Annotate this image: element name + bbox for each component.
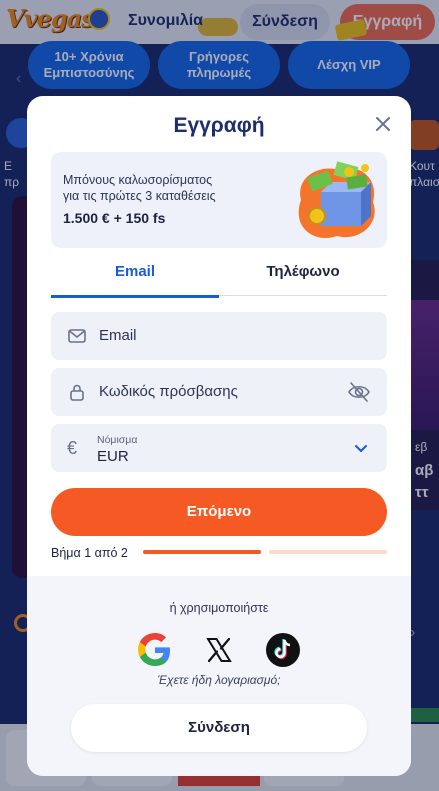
alternative-login-section: ή χρησιμοποιήστε Έχετε ήδη λογαριασμό; Σ… bbox=[27, 576, 411, 776]
step-indicator: Βήμα 1 από 2 bbox=[51, 546, 128, 560]
tiktok-icon[interactable] bbox=[265, 632, 301, 668]
currency-value: EUR bbox=[97, 448, 129, 465]
eye-off-icon[interactable] bbox=[347, 381, 371, 403]
tab-email[interactable]: Email bbox=[51, 262, 219, 298]
google-icon[interactable] bbox=[137, 632, 173, 668]
bonus-title: Μπόνους καλωσορίσματος bbox=[63, 173, 213, 187]
or-use-label: ή χρησιμοποιήστε bbox=[169, 601, 269, 615]
next-button[interactable]: Επόμενο bbox=[51, 488, 387, 536]
euro-icon: € bbox=[67, 438, 78, 458]
bonus-amount: 1.500 € + 150 fs bbox=[63, 210, 166, 226]
lock-icon bbox=[70, 384, 84, 401]
gift-box-icon bbox=[298, 161, 375, 239]
progress-step-2 bbox=[269, 550, 387, 554]
register-modal: Εγγραφή Μπόνους καλωσορίσματος για τις π… bbox=[27, 96, 411, 776]
currency-select[interactable]: € Νόμισμα EUR bbox=[51, 424, 387, 472]
register-method-tabs: Email Τηλέφωνο bbox=[51, 262, 387, 298]
close-icon[interactable] bbox=[373, 114, 393, 134]
mail-icon bbox=[68, 329, 86, 343]
email-placeholder: Email bbox=[99, 327, 137, 344]
tab-phone[interactable]: Τηλέφωνο bbox=[219, 262, 387, 296]
bonus-subtitle: για τις πρώτες 3 καταθέσεις bbox=[63, 189, 216, 203]
x-icon[interactable] bbox=[201, 632, 237, 668]
password-placeholder: Κωδικός πρόσβασης bbox=[99, 383, 238, 400]
modal-title: Εγγραφή bbox=[173, 114, 265, 137]
login-button[interactable]: Σύνδεση bbox=[71, 704, 367, 752]
currency-label: Νόμισμα bbox=[97, 434, 138, 446]
progress-step-1 bbox=[143, 550, 261, 554]
have-account-text: Έχετε ήδη λογαριασμό; bbox=[157, 673, 281, 687]
password-field[interactable]: Κωδικός πρόσβασης bbox=[51, 368, 387, 416]
chevron-down-icon[interactable] bbox=[353, 440, 369, 456]
email-field[interactable]: Email bbox=[51, 312, 387, 360]
welcome-bonus-banner: Μπόνους καλωσορίσματος για τις πρώτες 3 … bbox=[51, 152, 387, 248]
